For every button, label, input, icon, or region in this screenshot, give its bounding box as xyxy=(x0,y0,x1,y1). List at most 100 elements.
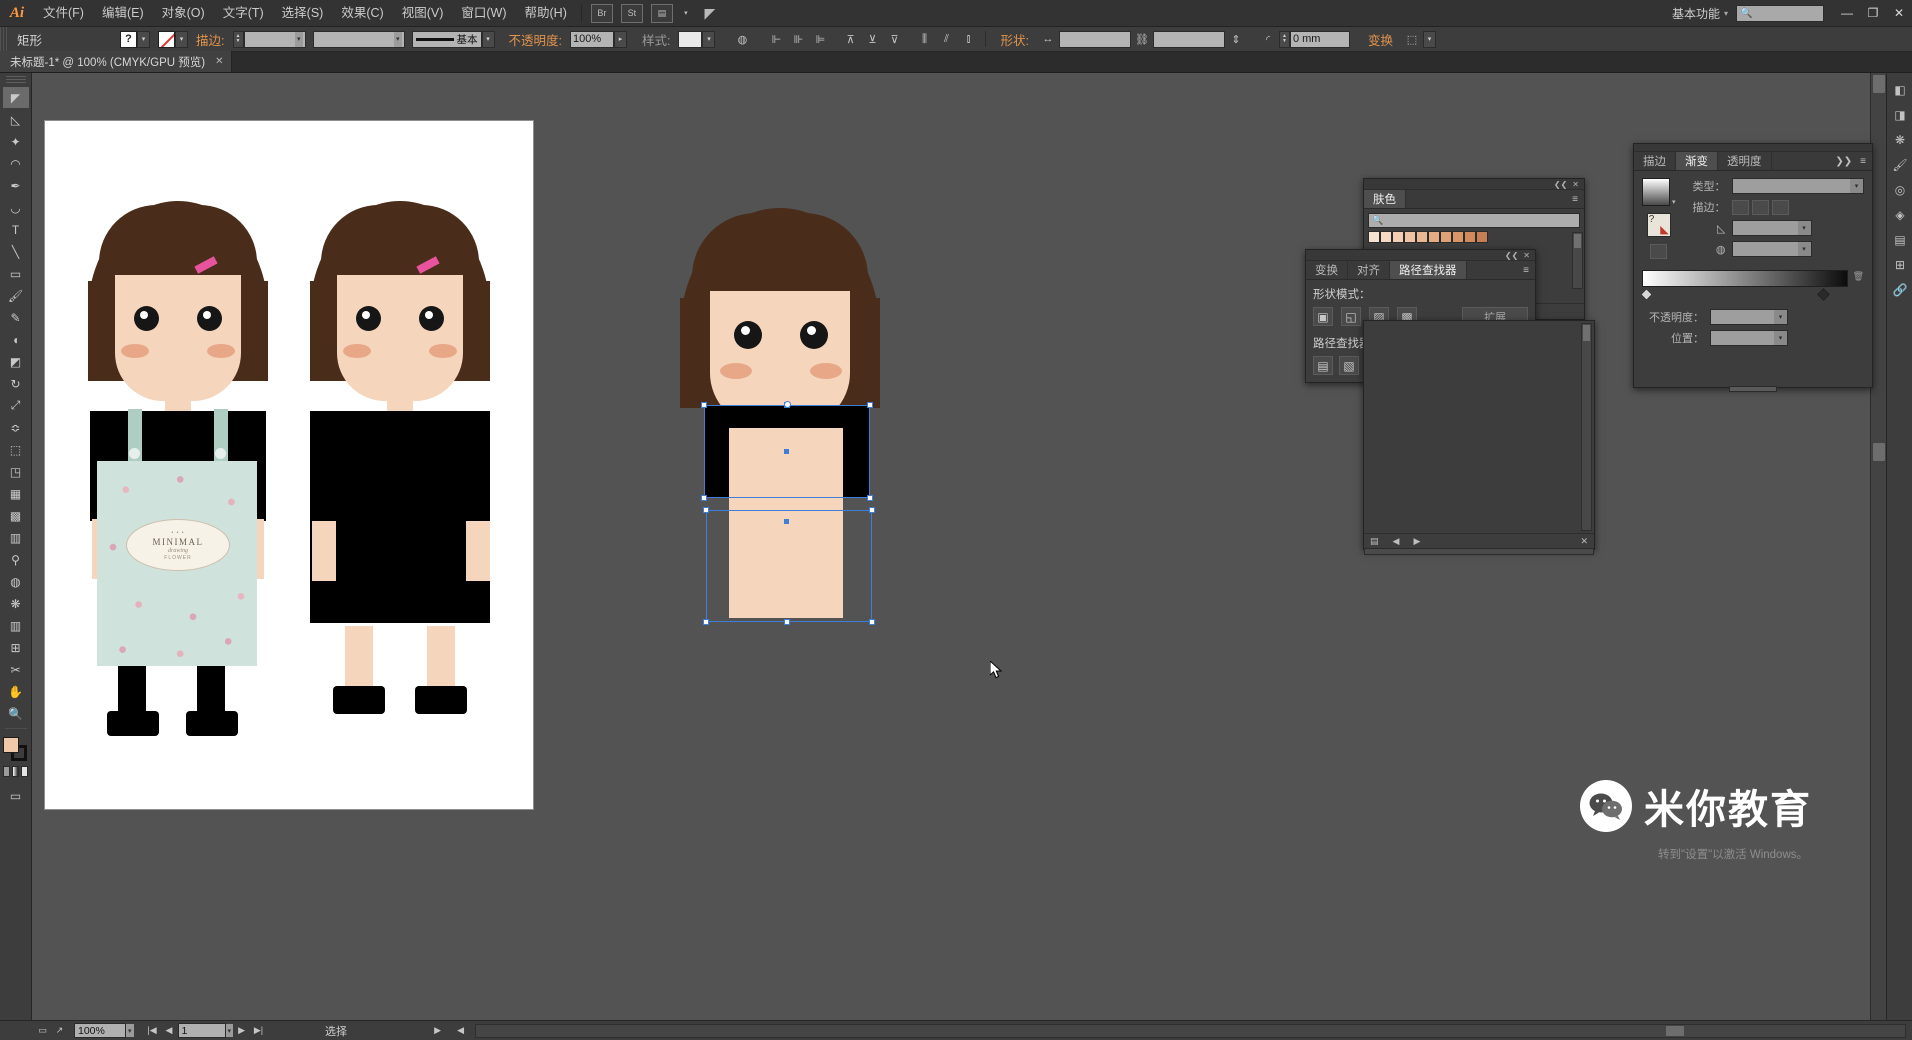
gradient-tool[interactable]: ▥ xyxy=(3,527,29,548)
tab-transform[interactable]: 变换 xyxy=(1306,261,1348,279)
stock-icon[interactable]: St xyxy=(621,4,643,23)
swatch-cell[interactable] xyxy=(1416,231,1428,243)
stroke-weight-field[interactable]: ▾ xyxy=(244,31,306,48)
hscroll-left-icon[interactable]: ◀ xyxy=(452,1022,469,1039)
gradient-location-field[interactable]: ▾ xyxy=(1710,330,1788,346)
menu-type[interactable]: 文字(T) xyxy=(214,0,273,27)
fill-stroke-gradient-icon[interactable]: ? ◣ xyxy=(1647,213,1671,237)
unite-button[interactable]: ▣ xyxy=(1313,307,1333,326)
delete-icon[interactable]: ✕ xyxy=(1580,536,1588,547)
chevron-down-icon[interactable]: ▾ xyxy=(1798,221,1811,235)
opacity-caret-icon[interactable]: ▸ xyxy=(614,31,627,48)
scrollbar-thumb[interactable] xyxy=(1583,325,1590,341)
shape-builder-tool[interactable]: ◳ xyxy=(3,461,29,482)
restore-button[interactable]: ❐ xyxy=(1860,0,1886,27)
status-menu-caret-icon[interactable]: ▶ xyxy=(429,1022,446,1039)
stroke-style-field[interactable]: 基本 xyxy=(412,31,482,48)
stroke-style-caret-icon[interactable]: ▾ xyxy=(482,31,495,48)
paintbrush-tool[interactable]: 🖌 xyxy=(3,285,29,306)
layers-panel-icon[interactable]: ▤ xyxy=(1887,227,1912,252)
scrollbar-thumb[interactable] xyxy=(1574,234,1581,248)
stroke-weight-stepper[interactable]: ▲▼ xyxy=(233,31,244,48)
gradient-dragbar[interactable] xyxy=(1634,144,1872,152)
swatch-cell[interactable] xyxy=(1368,231,1380,243)
fill-dropdown-icon[interactable]: ▾ xyxy=(137,31,150,48)
tab-transparency[interactable]: 透明度 xyxy=(1718,152,1772,170)
gradient-type-select[interactable]: ▾ xyxy=(1732,178,1864,194)
artboard-tool[interactable]: ⊞ xyxy=(3,637,29,658)
align-top-icon[interactable]: ⊼ xyxy=(840,30,860,49)
recolor-artwork-icon[interactable]: ◍ xyxy=(732,30,752,49)
artboard-caret-icon[interactable]: ▾ xyxy=(226,1024,234,1037)
last-artboard-icon[interactable]: ▶| xyxy=(250,1022,267,1039)
menu-file[interactable]: 文件(F) xyxy=(34,0,93,27)
width-tool[interactable]: ≎ xyxy=(3,417,29,438)
stroke-along-button[interactable] xyxy=(1752,200,1769,215)
corner-radius-field[interactable]: 0 mm xyxy=(1290,31,1350,48)
shape-label[interactable]: 形状: xyxy=(992,30,1036,49)
menu-view[interactable]: 视图(V) xyxy=(393,0,453,27)
bridge-icon[interactable]: Br xyxy=(591,4,613,23)
links-panel-icon[interactable]: 🔗 xyxy=(1887,277,1912,302)
selection-handle[interactable] xyxy=(867,495,873,501)
swatch-cell[interactable] xyxy=(1404,231,1416,243)
tab-gradient[interactable]: 渐变 xyxy=(1676,152,1718,170)
distribute-center-icon[interactable]: ⫽ xyxy=(936,30,956,49)
next-artboard-icon[interactable]: ▶ xyxy=(233,1022,250,1039)
panel-group-resize-handle[interactable] xyxy=(1364,548,1594,555)
fill-color-swatch[interactable] xyxy=(3,737,19,753)
selection-handle[interactable] xyxy=(869,619,875,625)
lasso-tool[interactable]: ◠ xyxy=(3,153,29,174)
perspective-grid-tool[interactable]: ▦ xyxy=(3,483,29,504)
swatch-cell[interactable] xyxy=(1380,231,1392,243)
blob-brush-tool[interactable]: ◖ xyxy=(3,329,29,350)
gradient-button[interactable] xyxy=(12,766,19,777)
minus-front-button[interactable]: ◱ xyxy=(1341,307,1361,326)
transform-caret-icon[interactable]: ▾ xyxy=(1423,31,1436,48)
gradient-delete-stop-icon[interactable]: 🗑 xyxy=(1853,271,1864,282)
shaper-tool[interactable]: ✎ xyxy=(3,307,29,328)
swatch-cell[interactable] xyxy=(1452,231,1464,243)
selection-handle[interactable] xyxy=(703,507,709,513)
rotate-tool[interactable]: ↻ xyxy=(3,373,29,394)
chevron-down-icon[interactable]: ▾ xyxy=(1850,179,1863,193)
tools-panel-grip[interactable] xyxy=(6,76,26,84)
align-middle-v-icon[interactable]: ⊻ xyxy=(862,30,882,49)
search-input[interactable]: 🔍 xyxy=(1736,5,1824,22)
first-artboard-icon[interactable]: |◀ xyxy=(144,1022,161,1039)
swatch-scrollbar[interactable] xyxy=(1572,232,1583,289)
type-tool[interactable]: T xyxy=(3,219,29,240)
style-caret-icon[interactable]: ▾ xyxy=(702,31,715,48)
zoom-caret-icon[interactable]: ▾ xyxy=(126,1024,134,1037)
gradient-aspect-field[interactable]: ▾ xyxy=(1732,241,1812,257)
swatch-search-input[interactable]: 🔍 xyxy=(1368,213,1580,228)
rectangle-tool[interactable]: ▭ xyxy=(3,263,29,284)
scrollbar-thumb-top[interactable] xyxy=(1873,75,1885,93)
opacity-field[interactable]: 100% xyxy=(570,31,614,48)
selection-handle[interactable] xyxy=(701,402,707,408)
shape-options-icon[interactable]: ⇕ xyxy=(1226,30,1246,49)
tab-align[interactable]: 对齐 xyxy=(1348,261,1390,279)
selection-handle[interactable] xyxy=(701,495,707,501)
line-segment-tool[interactable]: ╲ xyxy=(3,241,29,262)
prev-icon[interactable]: ◀ xyxy=(1393,536,1400,547)
close-icon[interactable]: ✕ xyxy=(1572,180,1579,189)
canvas-horizontal-scrollbar[interactable] xyxy=(475,1024,1906,1038)
tab-pathfinder[interactable]: 路径查找器 xyxy=(1390,261,1467,279)
opacity-label[interactable]: 不透明度: xyxy=(501,30,570,49)
fill-swatch[interactable]: ? xyxy=(120,31,137,48)
menu-help[interactable]: 帮助(H) xyxy=(516,0,576,27)
panel-group-scrollbar[interactable] xyxy=(1581,323,1592,531)
gradient-angle-field[interactable]: ▾ xyxy=(1732,220,1812,236)
pathfinder-dragbar[interactable]: ❮❮ ✕ xyxy=(1306,250,1535,261)
close-button[interactable]: ✕ xyxy=(1886,0,1912,27)
collapse-icon[interactable]: ❮❮ xyxy=(1554,180,1567,189)
arrange-caret-icon[interactable]: ▾ xyxy=(681,4,691,23)
stroke-dropdown-icon[interactable]: ▾ xyxy=(175,31,188,48)
swatch-cell[interactable] xyxy=(1440,231,1452,243)
fill-stroke-indicator[interactable] xyxy=(3,737,29,763)
eyedropper-tool[interactable]: ⚲ xyxy=(3,549,29,570)
workspace-caret-icon[interactable]: ▾ xyxy=(1724,9,1736,18)
menu-window[interactable]: 窗口(W) xyxy=(452,0,515,27)
mesh-tool[interactable]: ▩ xyxy=(3,505,29,526)
